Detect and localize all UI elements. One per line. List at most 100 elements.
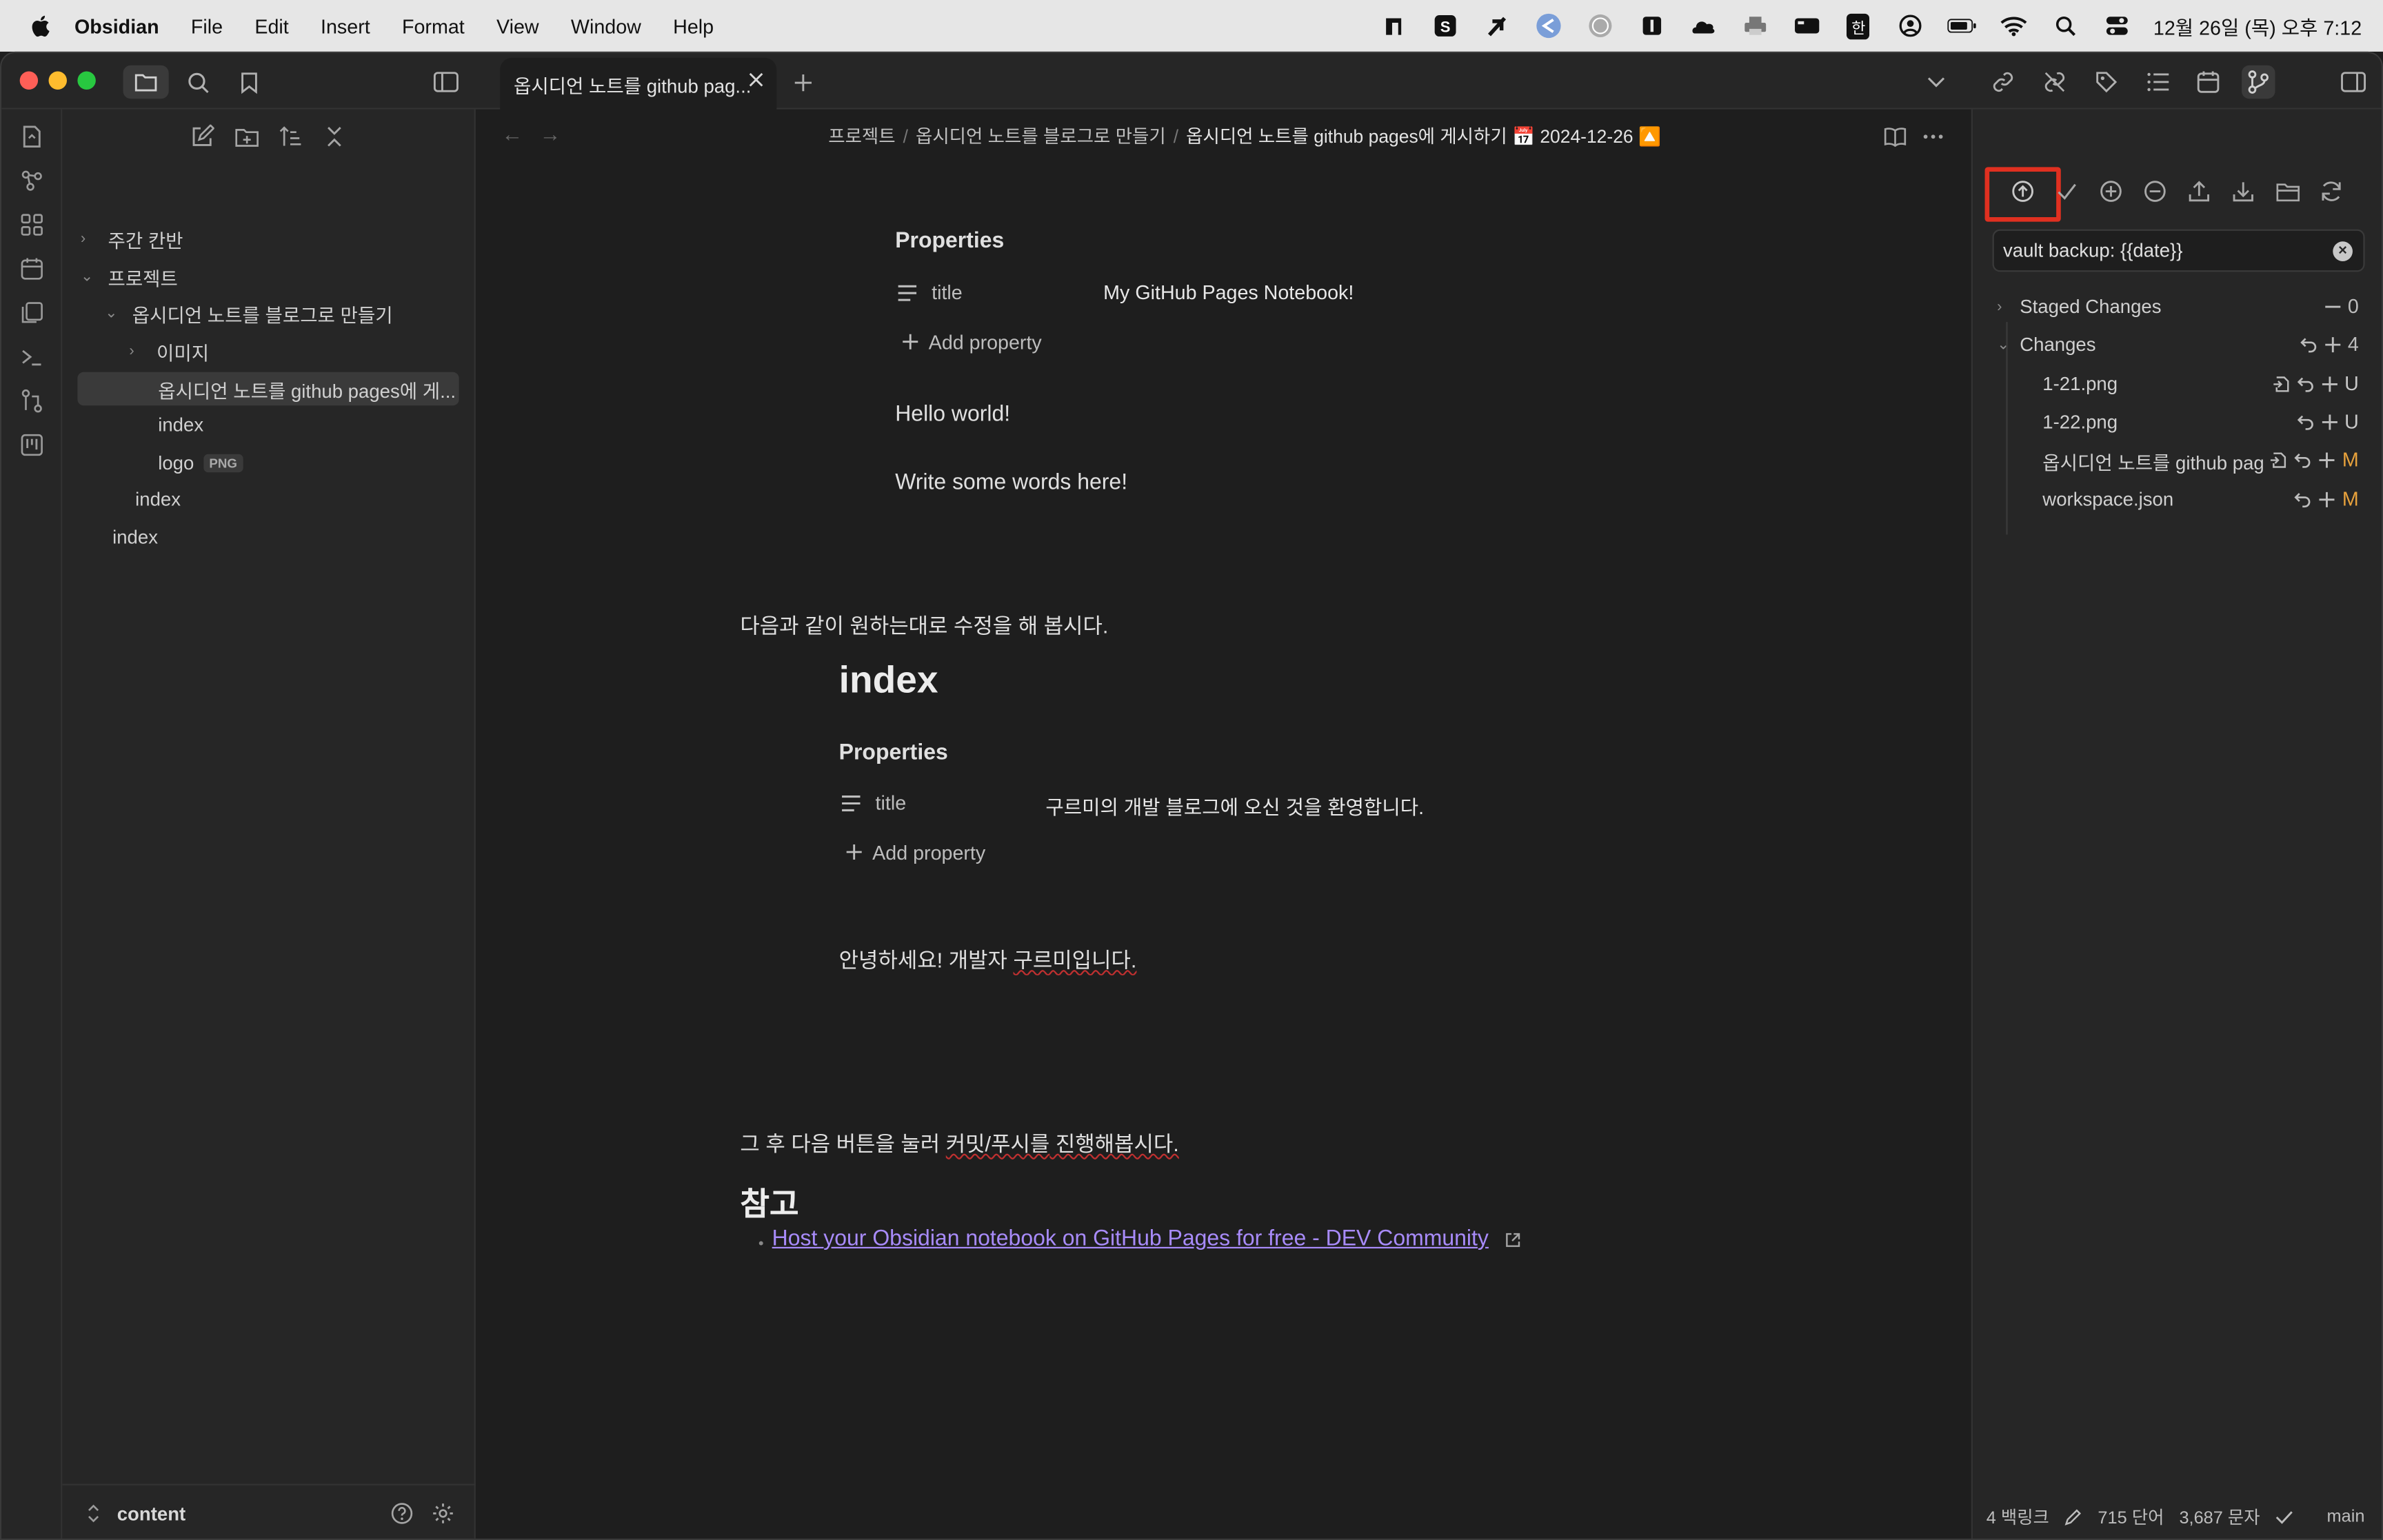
unstage-all-icon[interactable]	[2140, 176, 2170, 207]
property-value[interactable]: My GitHub Pages Notebook!	[1103, 281, 1354, 304]
new-folder-icon[interactable]	[231, 121, 261, 152]
zoom-window-button[interactable]	[77, 71, 96, 90]
change-layout-folder-icon[interactable]	[2272, 176, 2302, 207]
changed-file-row[interactable]: 1-22.png U	[2042, 405, 2358, 438]
minimize-window-button[interactable]	[48, 71, 67, 90]
commit-and-sync-icon[interactable]	[2008, 176, 2038, 207]
tree-file-index[interactable]: index	[158, 409, 461, 442]
tags-icon[interactable]	[2090, 65, 2123, 99]
templates-icon[interactable]	[17, 298, 47, 328]
user-circle-icon[interactable]	[1895, 12, 1925, 40]
discard-icon[interactable]	[2293, 450, 2311, 468]
discard-all-icon[interactable]	[2299, 335, 2317, 353]
toggle-left-sidebar-icon[interactable]	[429, 65, 462, 99]
git-diff-icon[interactable]	[17, 386, 47, 416]
add-property-button[interactable]: Add property	[929, 331, 1042, 354]
tree-file-index[interactable]: index	[112, 521, 461, 554]
tree-folder-images[interactable]: › 이미지	[129, 334, 460, 367]
command-palette-icon[interactable]	[17, 342, 47, 372]
stage-plus-icon[interactable]	[2320, 412, 2338, 430]
outline-icon[interactable]	[2142, 65, 2175, 99]
staged-changes-header[interactable]: › Staged Changes 0	[1997, 290, 2359, 323]
graph-view-icon[interactable]	[17, 165, 47, 196]
stage-all-icon[interactable]	[2095, 176, 2126, 207]
tree-file-github-pages-note[interactable]: 옵시디언 노트를 github pages에 게...	[77, 372, 459, 406]
changed-file-row[interactable]: 1-21.png U	[2042, 367, 2358, 401]
stage-all-plus-icon[interactable]	[2324, 335, 2342, 353]
tree-folder-weekly-kanban[interactable]: › 주간 칸반	[81, 222, 461, 255]
breadcrumb-item[interactable]: 옵시디언 노트를 블로그로 만들기	[916, 126, 1166, 148]
changed-file-row[interactable]: workspace.json M	[2042, 483, 2358, 516]
canvas-icon[interactable]	[17, 210, 47, 240]
link-icon[interactable]	[1987, 65, 2020, 99]
breadcrumb-item[interactable]: 프로젝트	[828, 126, 895, 148]
navigate-back-icon[interactable]: ←	[501, 121, 523, 145]
new-note-icon[interactable]	[187, 121, 217, 152]
source-control-icon[interactable]	[2242, 65, 2275, 99]
edit-mode-pencil-icon[interactable]	[2064, 1508, 2082, 1526]
pull-icon[interactable]	[2228, 176, 2258, 207]
changes-header[interactable]: ⌄ Changes 4	[1997, 328, 2359, 361]
stage-plus-icon[interactable]	[2318, 490, 2336, 508]
menu-insert[interactable]: Insert	[321, 14, 370, 37]
globe-icon[interactable]	[1585, 12, 1616, 40]
menu-window[interactable]: Window	[571, 14, 641, 37]
bookmark-icon[interactable]	[232, 65, 265, 99]
vault-switch-chevron-icon[interactable]	[87, 1503, 101, 1523]
sort-order-icon[interactable]	[275, 121, 305, 152]
commit-message-input[interactable]: vault backup: {{date}} ×	[1992, 229, 2365, 272]
git-branch[interactable]: main	[2327, 1508, 2365, 1526]
push-icon[interactable]	[2184, 176, 2214, 207]
open-quick-switcher-icon[interactable]	[17, 121, 47, 152]
new-tab-icon[interactable]	[786, 65, 819, 99]
stage-plus-icon[interactable]	[2320, 374, 2338, 392]
settings-gear-icon[interactable]	[432, 1502, 454, 1525]
feather-icon[interactable]	[1482, 12, 1512, 40]
backlinks-count[interactable]: 4 백링크	[1987, 1505, 2049, 1529]
battery-like-icon[interactable]	[1791, 12, 1822, 40]
external-link[interactable]: Host your Obsidian notebook on GitHub Pa…	[772, 1227, 1489, 1251]
close-window-button[interactable]	[19, 71, 39, 90]
calendar-icon[interactable]	[2191, 65, 2224, 99]
help-icon[interactable]	[390, 1502, 413, 1525]
open-file-icon[interactable]	[2271, 374, 2289, 392]
stage-plus-icon[interactable]	[2318, 450, 2336, 468]
apple-logo-icon[interactable]	[26, 10, 56, 41]
printer-icon[interactable]	[1740, 12, 1770, 40]
vault-name[interactable]: content	[117, 1503, 185, 1525]
cloud-icon[interactable]	[1688, 12, 1718, 40]
control-center-icon[interactable]	[2102, 12, 2132, 40]
discard-icon[interactable]	[2296, 374, 2314, 392]
property-key[interactable]: title	[876, 791, 907, 814]
notion-icon[interactable]	[1378, 12, 1409, 40]
unlinked-mentions-icon[interactable]	[2038, 65, 2071, 99]
spotlight-search-icon[interactable]	[2050, 12, 2080, 40]
sync-status-check-icon[interactable]	[2275, 1510, 2293, 1525]
commit-check-icon[interactable]	[2052, 176, 2082, 207]
tree-folder-obsidian-blog[interactable]: ⌄ 옵시디언 노트를 블로그로 만들기	[105, 296, 461, 330]
menu-view[interactable]: View	[496, 14, 539, 37]
menu-app-name[interactable]: Obsidian	[74, 14, 159, 37]
menubar-clock[interactable]: 12월 26일 (목) 오후 7:12	[2153, 12, 2362, 41]
open-file-icon[interactable]	[2269, 450, 2287, 468]
wifi-icon[interactable]	[1998, 12, 2029, 40]
search-icon[interactable]	[181, 65, 214, 99]
toggle-right-sidebar-icon[interactable]	[2336, 65, 2369, 99]
clear-input-icon[interactable]: ×	[2333, 241, 2353, 261]
breadcrumb-current[interactable]: 옵시디언 노트를 github pages에 게시하기 📅 2024-12-26…	[1186, 126, 1661, 148]
property-value[interactable]: 구르미의 개발 블로그에 오신 것을 환영합니다.	[1045, 791, 1424, 820]
tree-file-index[interactable]: index	[135, 483, 461, 516]
book-icon[interactable]	[1637, 12, 1667, 40]
discard-icon[interactable]	[2293, 490, 2311, 508]
battery-icon[interactable]	[1947, 12, 1977, 40]
reading-view-book-icon[interactable]	[1880, 121, 1910, 152]
add-property-button[interactable]: Add property	[872, 842, 985, 864]
kanban-icon[interactable]	[17, 430, 47, 460]
menu-format[interactable]: Format	[402, 14, 465, 37]
discard-icon[interactable]	[2296, 412, 2314, 430]
s-app-icon[interactable]: S	[1430, 12, 1460, 40]
collapse-all-icon[interactable]	[319, 121, 350, 152]
tree-file-logo[interactable]: logo PNG	[158, 447, 461, 480]
menu-edit[interactable]: Edit	[254, 14, 288, 37]
tree-folder-projects[interactable]: ⌄ 프로젝트	[81, 260, 461, 293]
